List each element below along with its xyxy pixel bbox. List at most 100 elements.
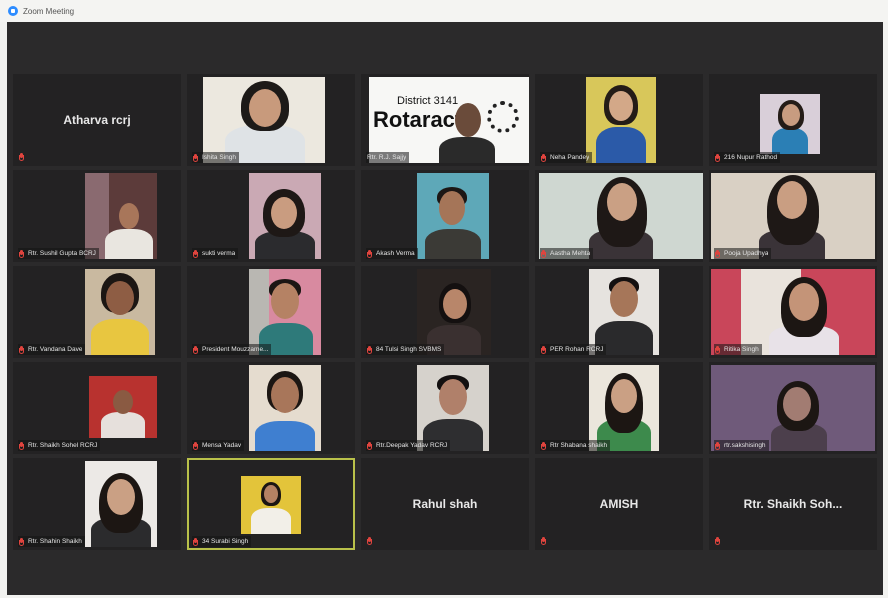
- participant-name-card: Atharva rcrj: [63, 113, 131, 127]
- rotaract-logo-text: Rotaract: [373, 107, 463, 132]
- participant-video: [586, 77, 656, 163]
- participant-tile[interactable]: 216 Nupur Rathod: [709, 74, 877, 166]
- participant-name-label: rtr.sakshisingh: [714, 440, 769, 451]
- participant-video: [249, 173, 321, 259]
- participant-video: [711, 173, 875, 259]
- participant-video: [249, 269, 321, 355]
- participant-name-label: Mensa Yadav: [192, 440, 245, 451]
- participant-tile[interactable]: President Mouzzame...: [187, 266, 355, 358]
- participant-name-label: Rtr Shabana shaikh: [540, 440, 611, 451]
- participant-video: [89, 376, 157, 438]
- muted-mic-icon: [715, 441, 720, 450]
- rotary-wheel-icon: [487, 101, 519, 133]
- muted-mic-icon: [193, 345, 198, 354]
- muted-mic-icon: [541, 537, 546, 545]
- participant-tile[interactable]: sukti verma: [187, 170, 355, 262]
- muted-mic-icon: [193, 441, 198, 450]
- participant-name-label: Rtr. R.J. Sajjy: [366, 152, 410, 163]
- participant-name-label: Rtr. Shaikh Sohel RCRJ: [18, 440, 101, 451]
- participant-tile[interactable]: 84 Tulsi Singh SVBMS: [361, 266, 529, 358]
- participant-name-label: 84 Tulsi Singh SVBMS: [366, 344, 445, 355]
- participant-name-label: PER Rohan RCRJ: [540, 344, 607, 355]
- participant-name-label: Rtr. Shahin Shaikh: [18, 536, 85, 547]
- participant-tile[interactable]: Neha Pandey: [535, 74, 703, 166]
- participant-video: [711, 365, 875, 451]
- muted-mic-icon: [367, 249, 372, 258]
- participant-name-label: Rtr.Deepak Yadav RCRJ: [366, 440, 451, 451]
- muted-mic-icon: [715, 537, 720, 545]
- muted-mic-icon: [19, 441, 24, 450]
- gallery-view: Atharva rcrj Ishita Singh District 3141 …: [7, 22, 883, 595]
- participant-tile[interactable]: Ritika Singh: [709, 266, 877, 358]
- participant-video: [241, 476, 301, 534]
- muted-mic-icon: [367, 537, 372, 545]
- zoom-app-icon: [8, 6, 18, 16]
- muted-mic-icon: [19, 345, 24, 354]
- participant-video: [711, 269, 875, 355]
- participant-video: [417, 173, 489, 259]
- participant-video: [417, 365, 489, 451]
- participant-tile[interactable]: Rtr. Sushil Gupta BCRJ: [13, 170, 181, 262]
- participant-tile[interactable]: District 3141 Rotaract Rtr. R.J. Sajjy: [361, 74, 529, 166]
- muted-mic-icon: [715, 345, 720, 354]
- muted-mic-icon: [367, 441, 372, 450]
- participant-video: [760, 94, 820, 154]
- participant-tile[interactable]: Rtr.Deepak Yadav RCRJ: [361, 362, 529, 454]
- participant-tile-active-speaker[interactable]: 34 Surabi Singh: [187, 458, 355, 550]
- district-text: District 3141: [397, 95, 459, 107]
- participant-tile[interactable]: Rahul shah: [361, 458, 529, 550]
- participant-name-card: Rahul shah: [412, 497, 478, 511]
- participant-video: [85, 173, 157, 259]
- participant-video: [85, 461, 157, 547]
- participant-tile[interactable]: Ishita Singh: [187, 74, 355, 166]
- participant-tile[interactable]: Atharva rcrj: [13, 74, 181, 166]
- participant-name-card: AMISH: [599, 497, 639, 511]
- participant-name-label: Pooja Upadhya: [714, 248, 772, 259]
- participant-name-label: Ritika Singh: [714, 344, 762, 355]
- participant-tile[interactable]: Pooja Upadhya: [709, 170, 877, 262]
- muted-mic-icon: [367, 345, 372, 354]
- muted-mic-icon: [19, 249, 24, 258]
- participant-name-label: Rtr. Sushil Gupta BCRJ: [18, 248, 99, 259]
- participant-video: [589, 269, 659, 355]
- participant-video: District 3141 Rotaract: [369, 77, 529, 163]
- participant-name-label: 34 Surabi Singh: [192, 536, 252, 547]
- participant-name-label: Neha Pandey: [540, 152, 593, 163]
- participant-tile[interactable]: Rtr. Shaikh Soh...: [709, 458, 877, 550]
- participant-video: [539, 173, 703, 259]
- muted-mic-icon: [193, 537, 198, 546]
- muted-mic-icon: [715, 153, 720, 162]
- participant-video: [589, 365, 659, 451]
- participant-name-label: Rtr. Vandana Dave: [18, 344, 86, 355]
- participant-name-label: Akash Verma: [366, 248, 418, 259]
- muted-mic-icon: [541, 441, 546, 450]
- muted-mic-icon: [541, 249, 546, 258]
- participant-tile[interactable]: Aastha Mehta: [535, 170, 703, 262]
- muted-mic-icon: [715, 249, 720, 258]
- participant-tile[interactable]: PER Rohan RCRJ: [535, 266, 703, 358]
- muted-mic-icon: [541, 345, 546, 354]
- participant-video: [85, 269, 155, 355]
- participant-tile[interactable]: Rtr. Vandana Dave: [13, 266, 181, 358]
- window-titlebar: Zoom Meeting: [0, 0, 888, 22]
- participant-video: [417, 269, 491, 355]
- participant-tile[interactable]: Akash Verma: [361, 170, 529, 262]
- muted-mic-icon: [19, 537, 24, 546]
- participant-tile[interactable]: Rtr Shabana shaikh: [535, 362, 703, 454]
- participant-name-label: Aastha Mehta: [540, 248, 594, 259]
- participant-tile[interactable]: Rtr. Shahin Shaikh: [13, 458, 181, 550]
- muted-mic-icon: [541, 153, 546, 162]
- participant-name-label: Ishita Singh: [192, 152, 239, 163]
- participant-tile[interactable]: AMISH: [535, 458, 703, 550]
- participant-name-label: sukti verma: [192, 248, 239, 259]
- muted-mic-icon: [193, 249, 198, 258]
- participant-tile[interactable]: rtr.sakshisingh: [709, 362, 877, 454]
- participant-name-card: Rtr. Shaikh Soh...: [743, 497, 843, 511]
- participant-tile[interactable]: Rtr. Shaikh Sohel RCRJ: [13, 362, 181, 454]
- participant-tile[interactable]: Mensa Yadav: [187, 362, 355, 454]
- muted-mic-icon: [193, 153, 198, 162]
- participant-video: [249, 365, 321, 451]
- muted-mic-icon: [19, 153, 24, 161]
- participant-video: [203, 77, 325, 163]
- participant-name-label: President Mouzzame...: [192, 344, 272, 355]
